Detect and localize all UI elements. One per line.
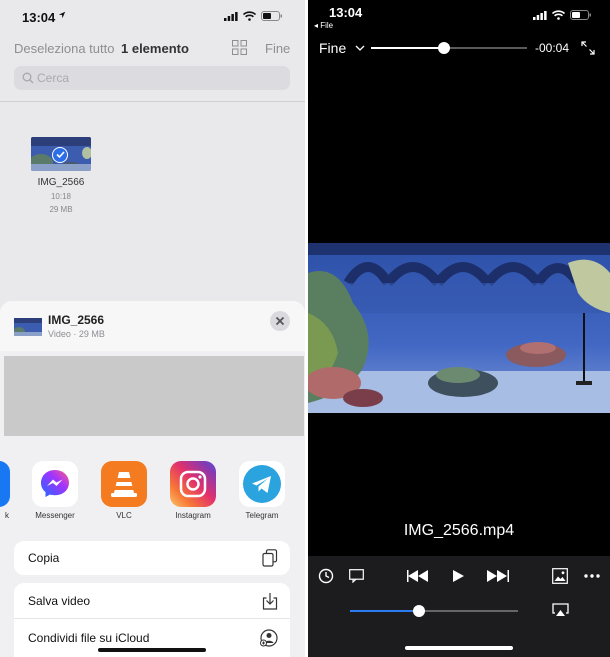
status-icons	[224, 11, 283, 21]
status-time: 13:04	[329, 5, 363, 20]
expand-icon[interactable]	[581, 41, 595, 55]
share-sheet: IMG_2566 Video · 29 MB k Messenger VLC I…	[0, 301, 305, 657]
copy-icon	[262, 549, 278, 567]
picture-icon[interactable]	[552, 568, 568, 584]
action-label: Salva video	[28, 594, 91, 608]
search-placeholder: Cerca	[37, 71, 70, 85]
video-player-pane: 13:04 ◂ File Fine -00:04 IMG_2566.mp4	[308, 0, 610, 657]
share-app-row: k Messenger VLC Instagram Telegram	[0, 461, 305, 529]
copy-action[interactable]: Copia	[14, 541, 290, 575]
vlc-icon	[101, 461, 147, 507]
file-size: 29 MB	[49, 205, 73, 214]
battery-icon	[261, 11, 282, 21]
wifi-icon	[243, 11, 256, 21]
player-done-button[interactable]: Fine	[319, 40, 346, 56]
battery-icon	[570, 10, 591, 20]
volume-level	[350, 610, 419, 612]
action-label: Condividi file su iCloud	[28, 631, 150, 645]
download-icon	[262, 593, 278, 610]
fast-forward-icon[interactable]	[486, 570, 510, 582]
share-app-vlc[interactable]: VLC	[101, 461, 147, 520]
share-title: IMG_2566	[48, 313, 105, 327]
home-indicator	[98, 648, 206, 652]
time-remaining: -00:04	[535, 41, 570, 55]
back-to-files-button[interactable]: ◂ File	[314, 21, 333, 30]
search-input[interactable]: Cerca	[14, 66, 290, 90]
screenshot-root: 13:04 Deseleziona tutto 1 elemento Fine …	[0, 0, 610, 657]
clock-icon[interactable]	[318, 568, 334, 584]
share-app-facebook[interactable]: k	[0, 461, 10, 520]
grid-view-icon[interactable]	[232, 40, 247, 55]
status-time: 13:04	[22, 10, 56, 25]
instagram-icon	[170, 461, 216, 507]
play-icon[interactable]	[451, 569, 465, 583]
signal-icon	[533, 10, 547, 20]
scrubber-knob[interactable]	[438, 42, 451, 54]
messenger-icon	[32, 461, 78, 507]
airplay-icon[interactable]	[552, 603, 569, 617]
app-label: VLC	[116, 511, 132, 520]
video-filename: IMG_2566.mp4	[403, 522, 515, 539]
share-app-messenger[interactable]: Messenger	[32, 461, 78, 520]
more-options-icon[interactable]	[584, 574, 600, 578]
player-controls	[308, 556, 610, 657]
selection-count: 1 elemento	[121, 41, 189, 56]
telegram-icon	[239, 461, 285, 507]
file-time: 10:18	[50, 192, 72, 201]
done-button[interactable]: Fine	[265, 41, 290, 56]
app-label: Messenger	[35, 511, 75, 520]
location-arrow-icon	[58, 11, 66, 19]
close-button[interactable]	[270, 311, 290, 331]
deselect-all-button[interactable]: Deseleziona tutto	[14, 41, 114, 56]
app-label: Instagram	[175, 511, 211, 520]
signal-icon	[224, 11, 238, 21]
airdrop-preview-area	[4, 356, 304, 436]
volume-knob[interactable]	[412, 605, 425, 617]
scrubber-progress	[371, 47, 445, 49]
share-app-telegram[interactable]: Telegram	[239, 461, 285, 520]
video-frame[interactable]	[308, 243, 610, 413]
selected-checkmark-icon	[52, 147, 68, 163]
share-thumbnail	[14, 318, 42, 336]
file-name: IMG_2566	[37, 177, 85, 188]
divider	[0, 101, 305, 102]
volume-slider[interactable]	[350, 605, 518, 617]
subtitles-icon[interactable]	[349, 569, 364, 583]
icloud-share-icon	[260, 629, 278, 647]
share-subtitle: Video · 29 MB	[48, 329, 105, 339]
files-toolbar: Deseleziona tutto 1 elemento Fine	[0, 34, 305, 64]
app-label: k	[5, 511, 9, 520]
playback-scrubber[interactable]	[371, 42, 527, 54]
save-video-action[interactable]: Salva video	[14, 583, 290, 619]
home-indicator	[405, 646, 513, 650]
share-sheet-header: IMG_2566 Video · 29 MB	[0, 301, 305, 351]
status-bar: 13:04	[0, 0, 305, 34]
chevron-down-icon[interactable]	[355, 44, 365, 52]
action-label: Copia	[28, 551, 60, 565]
close-icon	[275, 316, 285, 326]
share-app-instagram[interactable]: Instagram	[170, 461, 216, 520]
app-label: Telegram	[245, 511, 279, 520]
wifi-icon	[552, 10, 565, 20]
files-app-pane: 13:04 Deseleziona tutto 1 elemento Fine …	[0, 0, 305, 657]
rewind-icon[interactable]	[407, 570, 429, 582]
status-icons	[533, 10, 592, 20]
facebook-icon	[0, 461, 10, 507]
search-icon	[22, 72, 34, 84]
